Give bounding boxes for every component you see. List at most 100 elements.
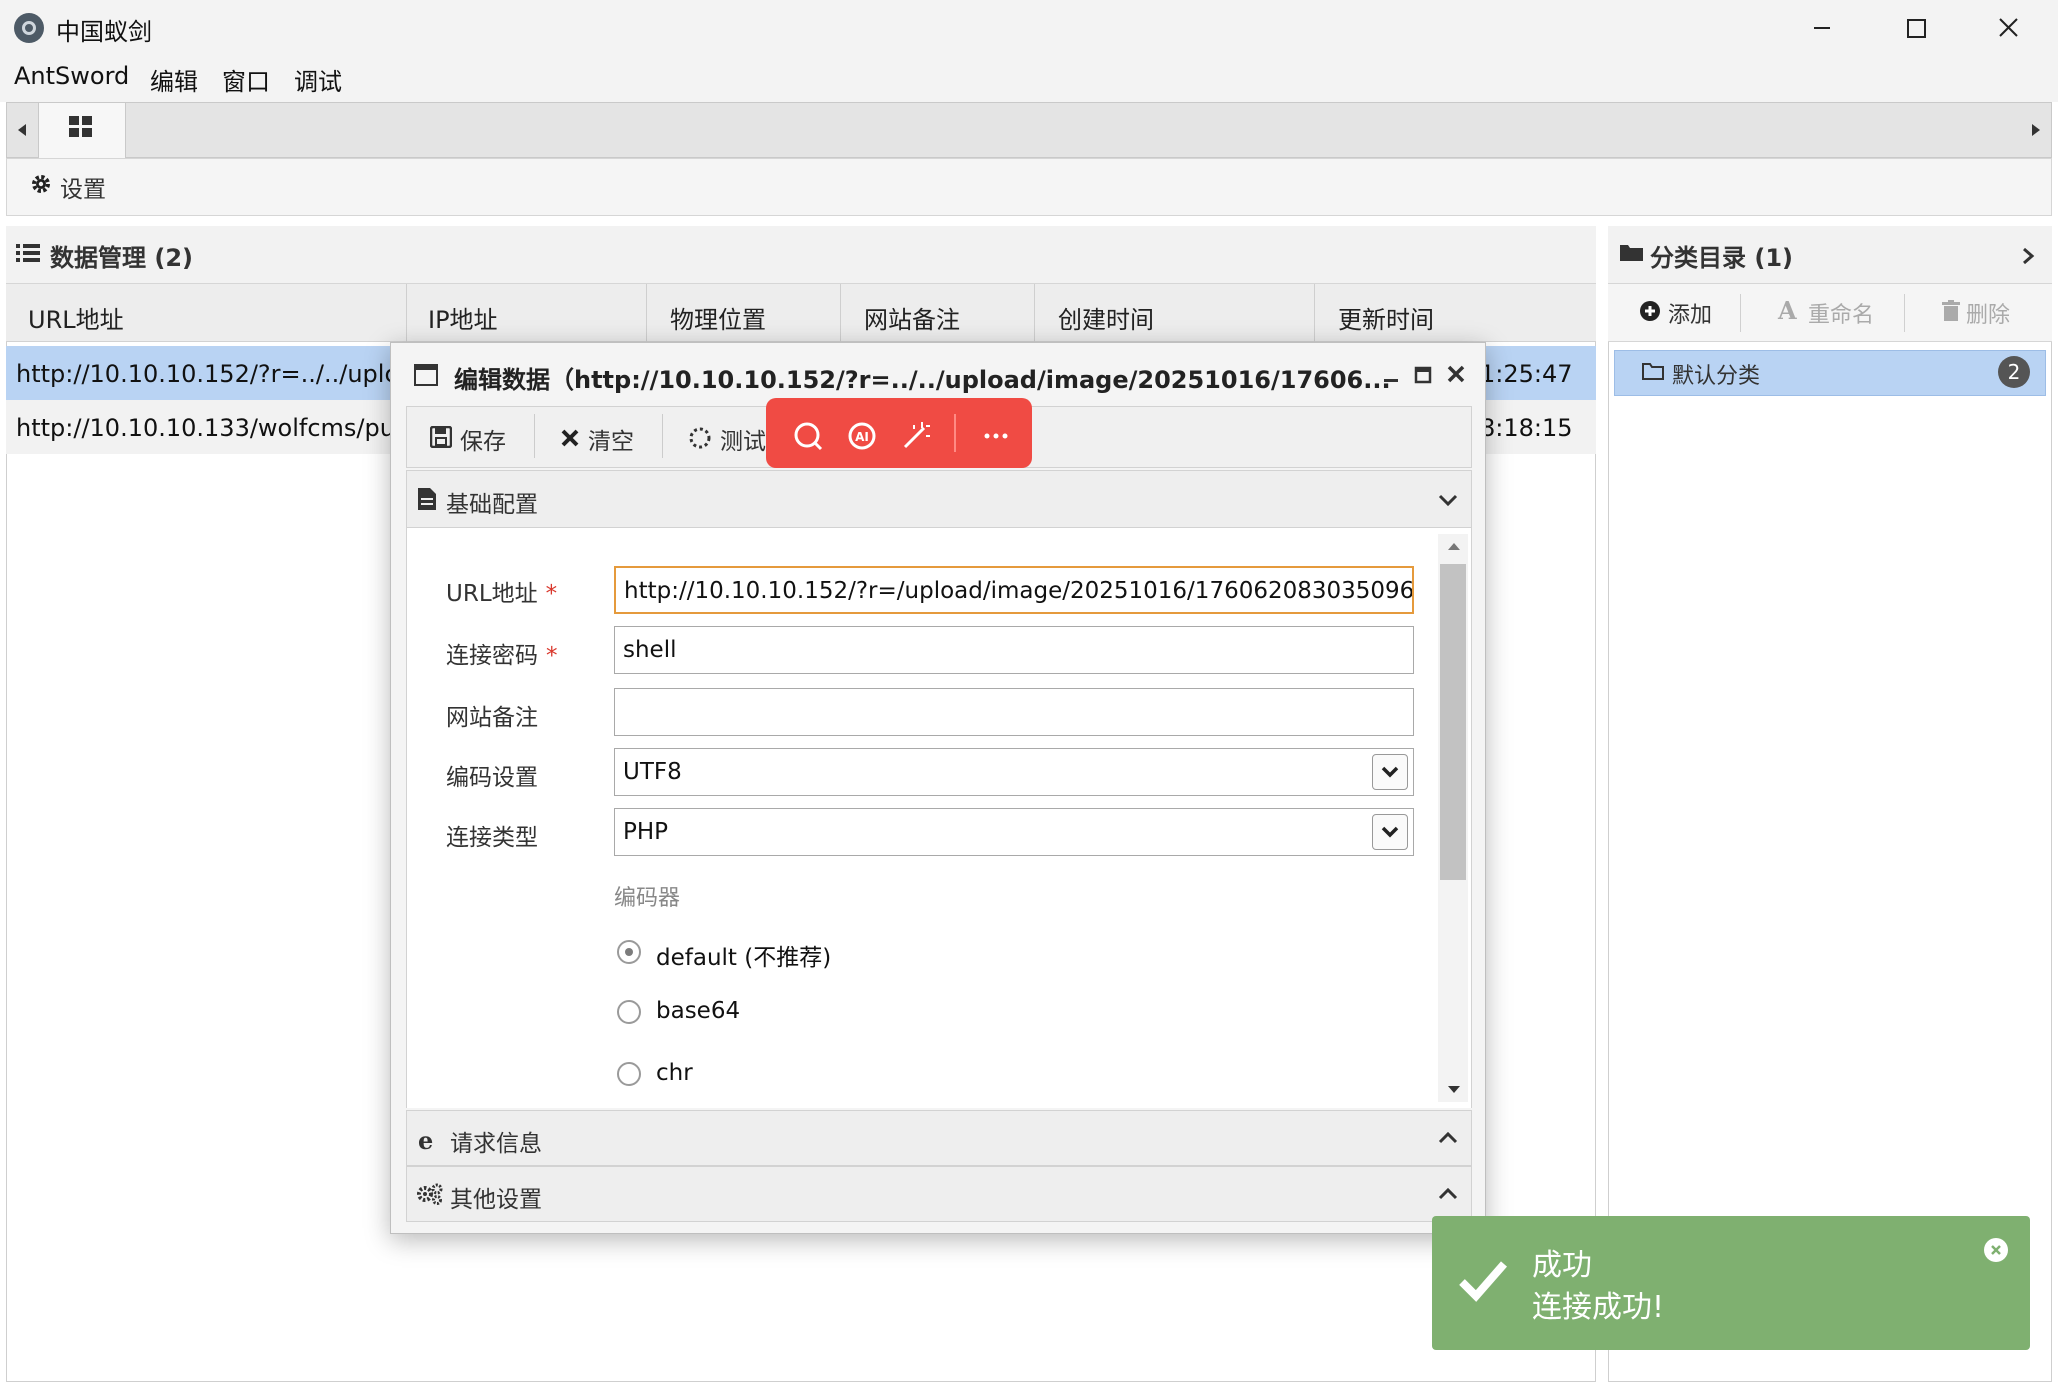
menu-antsword[interactable]: AntSword xyxy=(14,62,129,90)
delete-category-button[interactable]: 删除 xyxy=(1966,297,2010,329)
section-basic-label: 基础配置 xyxy=(446,492,538,518)
ai-icon[interactable]: AI xyxy=(846,420,878,452)
data-panel-title: 数据管理 (2) xyxy=(50,244,193,272)
chevron-up-icon[interactable] xyxy=(1436,1128,1460,1148)
type-dropdown-button[interactable] xyxy=(1372,814,1408,850)
toolbar-divider xyxy=(534,414,535,458)
row-update-time: 8:18:15 xyxy=(1480,414,1573,442)
connection-type-value: PHP xyxy=(623,819,669,845)
password-field-label: 连接密码 * xyxy=(446,636,558,670)
column-update-time[interactable]: 更新时间 xyxy=(1338,300,1434,335)
section-basic-config[interactable] xyxy=(406,470,1472,528)
url-input[interactable]: http://10.10.10.152/?r=/upload/image/202… xyxy=(614,566,1414,614)
title-bar xyxy=(0,0,2058,56)
spinner-icon xyxy=(688,426,712,450)
toolbar-divider xyxy=(662,414,663,458)
row-url: http://10.10.10.133/wolfcms/pub xyxy=(16,414,411,442)
gear-icon xyxy=(30,173,52,195)
dialog-title: 编辑数据（http://10.10.10.152/?r=../../upload… xyxy=(454,366,1391,394)
settings-toolbar xyxy=(6,158,2052,216)
edge-e-icon: e xyxy=(418,1126,434,1155)
svg-text:AI: AI xyxy=(855,430,869,444)
encoding-value: UTF8 xyxy=(623,759,682,785)
required-marker: * xyxy=(546,643,558,669)
row-url: http://10.10.10.152/?r=../../uplc xyxy=(16,360,398,388)
section-request-info[interactable] xyxy=(406,1110,1472,1166)
encoder-label: 编码器 xyxy=(614,886,681,911)
section-other-settings[interactable] xyxy=(406,1166,1472,1222)
list-icon xyxy=(16,242,40,264)
encoder-default-label: default (不推荐) xyxy=(656,945,832,971)
toast-close-icon[interactable] xyxy=(1984,1238,2008,1262)
section-request-label: 请求信息 xyxy=(450,1131,542,1157)
search-icon[interactable] xyxy=(792,420,824,452)
maximize-icon[interactable] xyxy=(1896,10,1936,46)
section-other-label: 其他设置 xyxy=(450,1187,542,1213)
settings-button[interactable]: 设置 xyxy=(60,170,106,204)
required-marker: * xyxy=(545,581,558,607)
add-circle-icon xyxy=(1640,301,1660,321)
radio-selected-dot xyxy=(625,948,633,956)
encoder-base64-radio[interactable] xyxy=(617,1000,641,1024)
note-field-label: 网站备注 xyxy=(446,705,538,731)
more-icon[interactable] xyxy=(980,420,1012,452)
password-input[interactable]: shell xyxy=(614,626,1414,674)
row-update-time: 1:25:47 xyxy=(1480,360,1573,388)
type-field-label: 连接类型 xyxy=(446,825,538,851)
data-panel-header xyxy=(6,226,1596,284)
dialog-close-icon[interactable] xyxy=(1444,362,1468,386)
scroll-up-icon[interactable] xyxy=(1444,538,1464,554)
tab-scroll-right-icon[interactable] xyxy=(2026,118,2046,142)
app-logo-icon xyxy=(14,13,44,43)
window-title: 中国蚁剑 xyxy=(56,18,152,46)
toolbar-divider xyxy=(1904,294,1905,332)
tab-scroll-left-icon[interactable] xyxy=(12,118,32,142)
menu-edit[interactable]: 编辑 xyxy=(150,62,198,97)
toolbar-divider xyxy=(1740,294,1741,332)
gears-icon xyxy=(416,1182,444,1206)
menu-window[interactable]: 窗口 xyxy=(222,62,270,97)
category-label: 默认分类 xyxy=(1672,364,1761,389)
save-button[interactable]: 保存 xyxy=(460,422,506,456)
scrollbar-thumb[interactable] xyxy=(1440,564,1466,880)
encoding-select[interactable]: UTF8 xyxy=(614,748,1414,796)
category-panel-title: 分类目录 (1) xyxy=(1650,244,1793,272)
column-url[interactable]: URL地址 xyxy=(28,300,124,335)
chevron-down-icon[interactable] xyxy=(1436,490,1460,510)
scroll-down-icon[interactable] xyxy=(1444,1082,1464,1098)
dialog-maximize-icon[interactable] xyxy=(1412,364,1434,386)
add-category-button[interactable]: 添加 xyxy=(1668,297,1712,329)
font-a-icon: A xyxy=(1778,296,1797,325)
dialog-minimize-icon[interactable] xyxy=(1380,364,1402,386)
column-divider xyxy=(646,284,647,342)
minimize-icon[interactable] xyxy=(1802,10,1842,46)
chevron-up-icon[interactable] xyxy=(1436,1184,1460,1204)
note-input[interactable] xyxy=(614,688,1414,736)
document-icon xyxy=(418,488,436,510)
category-panel xyxy=(1608,226,2052,1382)
url-label-text: URL地址 xyxy=(446,581,538,607)
save-icon xyxy=(430,426,452,448)
encoder-chr-radio[interactable] xyxy=(617,1062,641,1086)
folder-outline-icon xyxy=(1642,362,1664,380)
magic-wand-icon[interactable] xyxy=(900,420,932,452)
column-divider xyxy=(1034,284,1035,342)
close-icon[interactable] xyxy=(1988,10,2028,46)
url-field-label: URL地址 * xyxy=(446,574,557,608)
encoding-dropdown-button[interactable] xyxy=(1372,754,1408,790)
toolbar-divider xyxy=(954,414,956,452)
connection-type-select[interactable]: PHP xyxy=(614,808,1414,856)
test-connection-button[interactable]: 测试 xyxy=(720,422,766,456)
column-ip[interactable]: IP地址 xyxy=(428,300,498,335)
chevron-right-icon[interactable] xyxy=(2018,244,2038,268)
rename-category-button[interactable]: 重命名 xyxy=(1808,297,1874,329)
column-note[interactable]: 网站备注 xyxy=(864,300,960,335)
column-divider xyxy=(840,284,841,342)
column-create-time[interactable]: 创建时间 xyxy=(1058,300,1154,335)
window-icon xyxy=(414,364,438,386)
column-location[interactable]: 物理位置 xyxy=(670,300,766,335)
menu-debug[interactable]: 调试 xyxy=(294,62,342,97)
column-divider xyxy=(406,284,407,342)
toast-message: 连接成功! xyxy=(1532,1290,1665,1325)
clear-button[interactable]: 清空 xyxy=(588,422,634,456)
